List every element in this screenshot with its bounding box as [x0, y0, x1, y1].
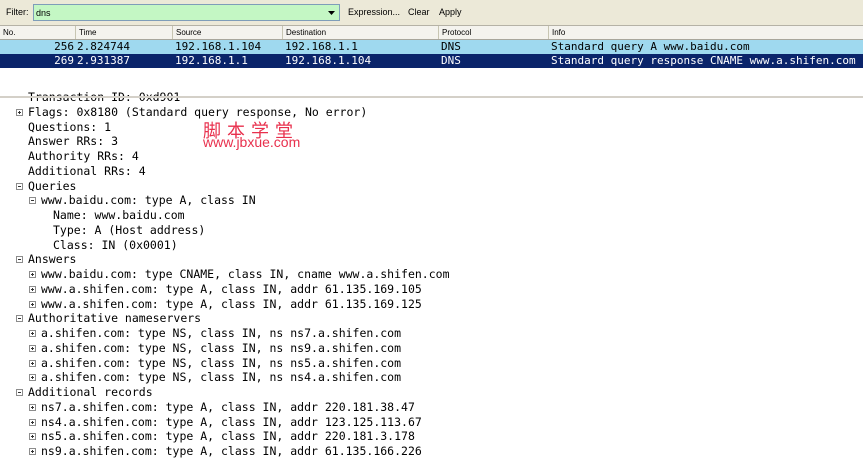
column-header-source[interactable]: Source — [173, 26, 283, 39]
cell-destination: 192.168.1.1 — [285, 40, 358, 53]
cell-no: 256 — [54, 40, 74, 53]
tree-item[interactable]: Additional RRs: 4 — [0, 164, 863, 179]
tree-item-label: Authority RRs: 4 — [28, 149, 139, 163]
cell-source: 192.168.1.1 — [175, 54, 248, 67]
tree-item-label: a.shifen.com: type NS, class IN, ns ns5.… — [41, 355, 402, 370]
column-header-destination[interactable]: Destination — [283, 26, 439, 39]
packet-list: No. Time Source Destination Protocol Inf… — [0, 26, 863, 96]
filter-label: Filter: — [6, 7, 29, 17]
wireshark-window: Filter: Expression... Clear Apply No. Ti… — [0, 0, 863, 462]
expand-icon[interactable] — [29, 300, 36, 308]
tree-item[interactable]: Answer RRs: 3 — [0, 134, 863, 149]
tree-item-label: a.shifen.com: type NS, class IN, ns ns9.… — [41, 340, 402, 355]
apply-button[interactable]: Apply — [439, 7, 462, 17]
expand-icon[interactable] — [29, 344, 36, 352]
tree-item-label: Name: www.baidu.com — [53, 208, 185, 222]
tree-item-label: Questions: 1 — [28, 119, 112, 134]
tree-item[interactable]: Additional records — [0, 385, 863, 400]
cell-info: Standard query A www.baidu.com — [551, 40, 750, 53]
tree-item-label: ns9.a.shifen.com: type A, class IN, addr… — [41, 444, 422, 458]
collapse-icon[interactable] — [16, 315, 23, 323]
packet-details-tree: Transaction ID: 0xd901Flags: 0x8180 (Sta… — [0, 90, 863, 462]
expand-icon[interactable] — [29, 359, 36, 367]
cell-time: 2.931387 — [77, 54, 130, 67]
tree-item[interactable]: a.shifen.com: type NS, class IN, ns ns5.… — [0, 356, 863, 371]
column-header-no[interactable]: No. — [0, 26, 76, 39]
tree-item-label: Additional records — [28, 385, 153, 399]
cell-protocol: DNS — [441, 54, 461, 67]
tree-item[interactable]: Questions: 1 — [0, 120, 863, 135]
tree-item[interactable]: Class: IN (0x0001) — [0, 238, 863, 253]
expression-button[interactable]: Expression... — [348, 7, 400, 17]
expand-icon[interactable] — [29, 448, 36, 455]
filter-combo[interactable] — [33, 4, 340, 21]
filter-input[interactable] — [34, 5, 324, 20]
tree-item[interactable]: www.a.shifen.com: type A, class IN, addr… — [0, 282, 863, 297]
column-header-info[interactable]: Info — [549, 26, 863, 39]
cell-no: 269 — [54, 54, 74, 67]
tree-item[interactable]: Queries — [0, 179, 863, 194]
column-header-time[interactable]: Time — [76, 26, 173, 39]
expand-icon[interactable] — [29, 285, 36, 293]
tree-item-label: ns4.a.shifen.com: type A, class IN, addr… — [41, 414, 422, 429]
pane-splitter[interactable] — [0, 96, 863, 98]
expand-icon[interactable] — [29, 330, 36, 337]
tree-item[interactable]: a.shifen.com: type NS, class IN, ns ns7.… — [0, 326, 863, 341]
packet-row-269[interactable]: 269 2.931387 192.168.1.1 192.168.1.104 D… — [0, 54, 863, 68]
tree-item-label: Authoritative nameservers — [28, 311, 202, 326]
tree-item-label: Type: A (Host address) — [53, 222, 206, 237]
column-header-protocol[interactable]: Protocol — [439, 26, 549, 39]
tree-item[interactable]: Type: A (Host address) — [0, 223, 863, 238]
tree-item[interactable]: a.shifen.com: type NS, class IN, ns ns4.… — [0, 370, 863, 385]
tree-item-label: www.a.shifen.com: type A, class IN, addr… — [41, 296, 422, 311]
tree-item-label: ns7.a.shifen.com: type A, class IN, addr… — [41, 399, 415, 414]
expand-icon[interactable] — [29, 374, 36, 382]
tree-item-label: www.baidu.com: type A, class IN — [41, 193, 256, 208]
tree-item[interactable]: Name: www.baidu.com — [0, 208, 863, 223]
tree-item-label: Flags: 0x8180 (Standard query response, … — [28, 104, 368, 119]
expand-icon[interactable] — [16, 108, 23, 116]
tree-item-label: Class: IN (0x0001) — [53, 237, 178, 252]
tree-item[interactable]: ns7.a.shifen.com: type A, class IN, addr… — [0, 400, 863, 415]
tree-item-label: a.shifen.com: type NS, class IN, ns ns7.… — [41, 326, 402, 340]
tree-item[interactable]: ns4.a.shifen.com: type A, class IN, addr… — [0, 415, 863, 430]
tree-item[interactable]: a.shifen.com: type NS, class IN, ns ns9.… — [0, 341, 863, 356]
tree-item-label: Answer RRs: 3 — [28, 134, 119, 149]
tree-item-label: Queries — [28, 178, 77, 193]
tree-item[interactable]: Answers — [0, 252, 863, 267]
chevron-down-icon[interactable] — [323, 5, 339, 20]
tree-item-label: www.baidu.com: type CNAME, class IN, cna… — [41, 267, 450, 281]
tree-item[interactable]: Authority RRs: 4 — [0, 149, 863, 164]
tree-item-label: ns5.a.shifen.com: type A, class IN, addr… — [41, 429, 415, 444]
expand-icon[interactable] — [29, 418, 36, 426]
expand-icon[interactable] — [29, 271, 36, 278]
cell-source: 192.168.1.104 — [175, 40, 262, 53]
collapse-icon[interactable] — [16, 389, 23, 396]
tree-item[interactable]: ns9.a.shifen.com: type A, class IN, addr… — [0, 444, 863, 459]
filter-toolbar: Filter: Expression... Clear Apply — [0, 0, 863, 26]
tree-item[interactable]: www.a.shifen.com: type A, class IN, addr… — [0, 297, 863, 312]
tree-item-label: Answers — [28, 252, 77, 267]
collapse-icon[interactable] — [16, 256, 23, 264]
clear-button[interactable]: Clear — [408, 7, 430, 17]
tree-item-label: a.shifen.com: type NS, class IN, ns ns4.… — [41, 370, 402, 385]
watermark-url: www.jbxue.com — [203, 134, 301, 150]
tree-item[interactable]: Flags: 0x8180 (Standard query response, … — [0, 105, 863, 120]
expand-icon[interactable] — [29, 433, 36, 441]
cell-time: 2.824744 — [77, 40, 130, 53]
collapse-icon[interactable] — [29, 197, 36, 205]
cell-protocol: DNS — [441, 40, 461, 53]
tree-item[interactable]: Authoritative nameservers — [0, 311, 863, 326]
tree-item[interactable]: ns5.a.shifen.com: type A, class IN, addr… — [0, 429, 863, 444]
packet-row-256[interactable]: 256 2.824744 192.168.1.104 192.168.1.1 D… — [0, 40, 863, 54]
collapse-icon[interactable] — [16, 182, 23, 190]
expand-icon[interactable] — [29, 403, 36, 411]
tree-item[interactable]: www.baidu.com: type A, class IN — [0, 193, 863, 208]
packet-list-header: No. Time Source Destination Protocol Inf… — [0, 26, 863, 40]
cell-destination: 192.168.1.104 — [285, 54, 372, 67]
cell-info: Standard query response CNAME www.a.shif… — [551, 54, 856, 67]
tree-item-label: www.a.shifen.com: type A, class IN, addr… — [41, 281, 422, 296]
tree-item-label: Additional RRs: 4 — [28, 163, 146, 178]
tree-item[interactable]: www.baidu.com: type CNAME, class IN, cna… — [0, 267, 863, 282]
